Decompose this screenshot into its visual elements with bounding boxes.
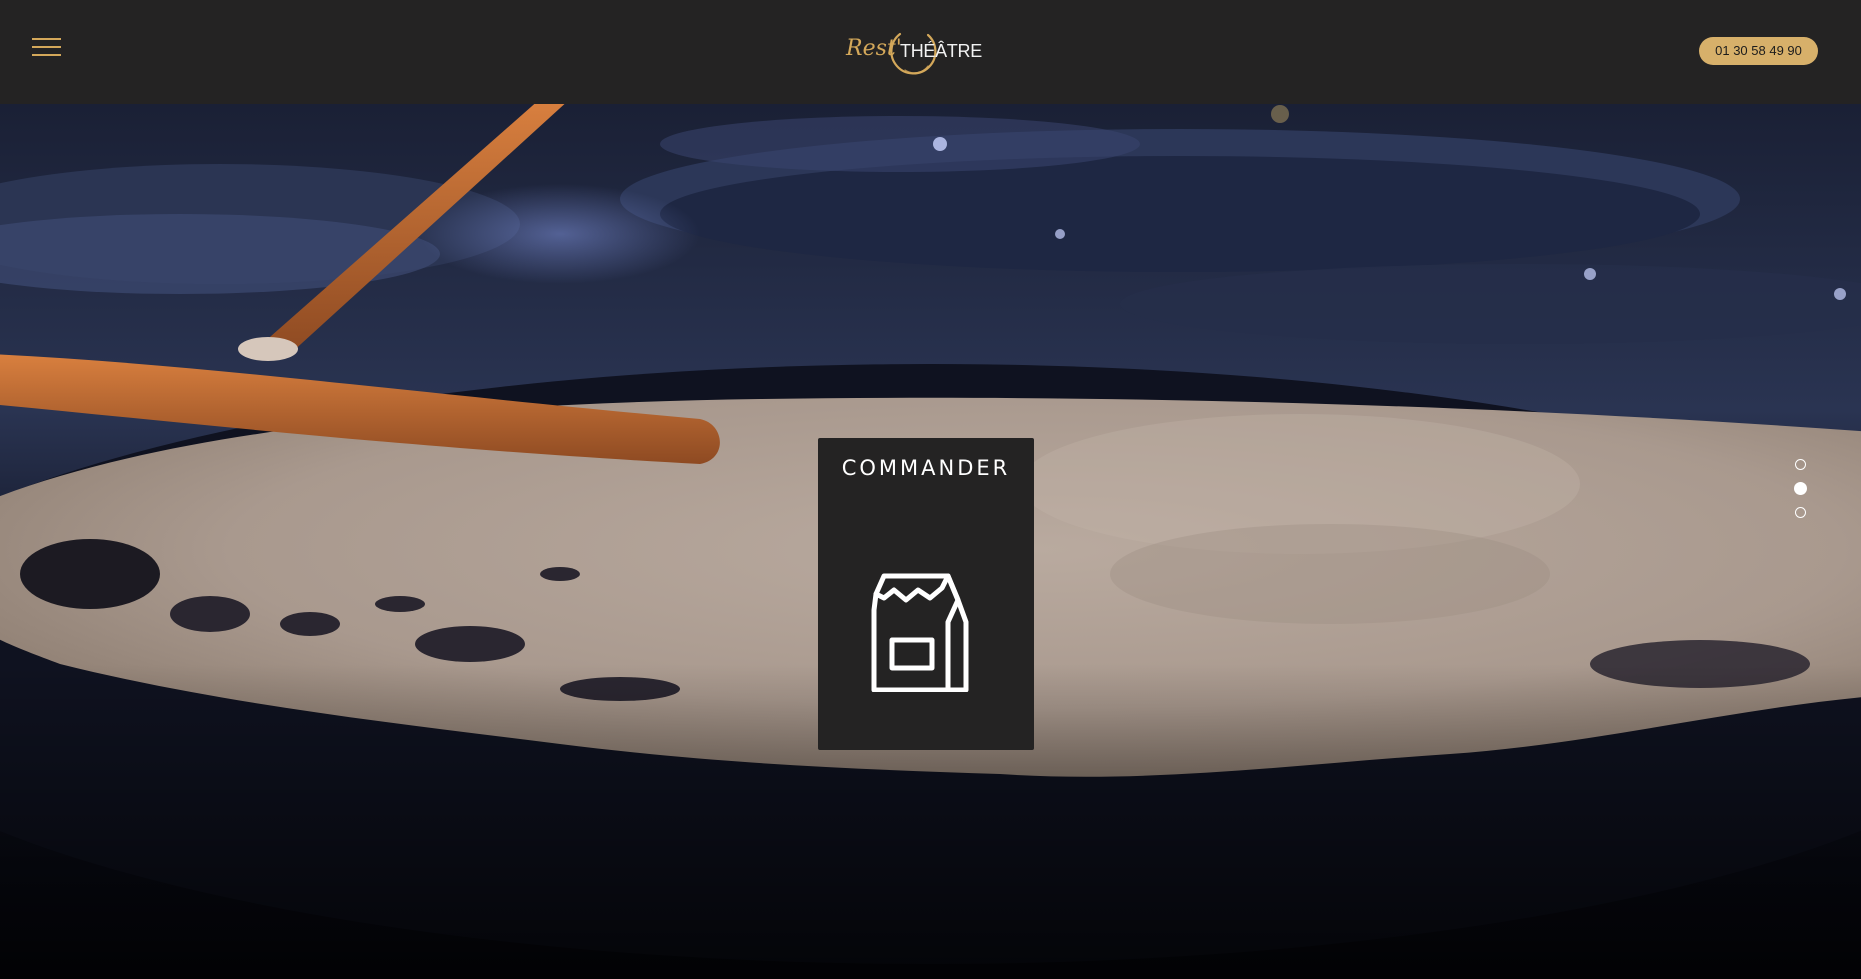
hamburger-menu-icon[interactable] bbox=[24, 34, 68, 62]
slider-dot-1[interactable] bbox=[1795, 459, 1806, 470]
phone-button[interactable]: 01 30 58 49 90 bbox=[1699, 37, 1818, 65]
site-logo[interactable]: Rest' THÉÂTRE bbox=[840, 22, 982, 80]
slider-pagination bbox=[1794, 459, 1808, 519]
hero-banner: COMMANDER bbox=[0, 104, 1861, 979]
takeaway-bag-icon bbox=[871, 573, 969, 692]
slider-dot-3[interactable] bbox=[1795, 507, 1806, 518]
order-label: COMMANDER bbox=[841, 456, 1011, 480]
slider-dot-2[interactable] bbox=[1794, 482, 1807, 495]
order-card[interactable]: COMMANDER bbox=[818, 438, 1034, 750]
logo-word-text: THÉÂTRE bbox=[900, 41, 982, 61]
site-header: Rest' THÉÂTRE 01 30 58 49 90 bbox=[0, 0, 1861, 104]
